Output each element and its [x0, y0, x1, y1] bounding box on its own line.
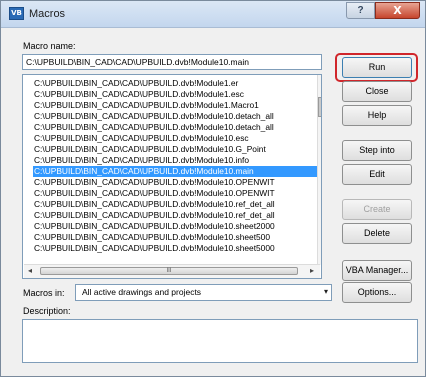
description-field[interactable] [22, 319, 418, 363]
macro-list-items: C:\UPBUILD\BIN_CAD\CAD\UPBUILD.dvb!Modul… [33, 78, 319, 254]
macro-list-item[interactable]: C:\UPBUILD\BIN_CAD\CAD\UPBUILD.dvb!Modul… [33, 199, 319, 210]
vertical-scroll-thumb[interactable] [318, 97, 321, 117]
macro-list-item[interactable]: C:\UPBUILD\BIN_CAD\CAD\UPBUILD.dvb!Modul… [33, 166, 319, 177]
macro-list-item[interactable]: C:\UPBUILD\BIN_CAD\CAD\UPBUILD.dvb!Modul… [33, 89, 319, 100]
macros-in-select[interactable]: All active drawings and projects ▾ [75, 284, 332, 301]
macro-list-item[interactable]: C:\UPBUILD\BIN_CAD\CAD\UPBUILD.dvb!Modul… [33, 155, 319, 166]
vba-manager-button[interactable]: VBA Manager... [342, 260, 412, 281]
macros-dialog: VB Macros ? X Macro name: C:\UPBUILD\BIN… [0, 0, 426, 377]
macro-list-item[interactable]: C:\UPBUILD\BIN_CAD\CAD\UPBUILD.dvb!Modul… [33, 188, 319, 199]
delete-button[interactable]: Delete [342, 223, 412, 244]
chevron-down-icon[interactable]: ▾ [324, 285, 328, 299]
title-bar[interactable]: VB Macros ? X [1, 1, 425, 28]
macro-list[interactable]: C:\UPBUILD\BIN_CAD\CAD\UPBUILD.dvb!Modul… [22, 74, 322, 279]
horizontal-scrollbar[interactable]: ◂ III ▸ [24, 264, 320, 278]
horizontal-scroll-thumb[interactable]: III [40, 267, 298, 275]
scroll-right-arrow-icon[interactable]: ▸ [310, 266, 314, 275]
scroll-left-arrow-icon[interactable]: ◂ [28, 266, 32, 275]
close-button[interactable]: Close [342, 81, 412, 102]
macro-list-item[interactable]: C:\UPBUILD\BIN_CAD\CAD\UPBUILD.dvb!Modul… [33, 133, 319, 144]
edit-button[interactable]: Edit [342, 164, 412, 185]
macro-name-label: Macro name: [23, 41, 76, 51]
macro-list-item[interactable]: C:\UPBUILD\BIN_CAD\CAD\UPBUILD.dvb!Modul… [33, 144, 319, 155]
options-button[interactable]: Options... [342, 282, 412, 303]
macro-list-item[interactable]: C:\UPBUILD\BIN_CAD\CAD\UPBUILD.dvb!Modul… [33, 221, 319, 232]
create-button[interactable]: Create [342, 199, 412, 220]
help-title-button[interactable]: ? [346, 2, 375, 19]
macro-list-item[interactable]: C:\UPBUILD\BIN_CAD\CAD\UPBUILD.dvb!Modul… [33, 78, 319, 89]
macro-list-item[interactable]: C:\UPBUILD\BIN_CAD\CAD\UPBUILD.dvb!Modul… [33, 100, 319, 111]
macros-in-value: All active drawings and projects [82, 287, 202, 297]
macros-in-label: Macros in: [23, 288, 65, 298]
macro-list-item[interactable]: C:\UPBUILD\BIN_CAD\CAD\UPBUILD.dvb!Modul… [33, 122, 319, 133]
macro-list-item[interactable]: C:\UPBUILD\BIN_CAD\CAD\UPBUILD.dvb!Modul… [33, 243, 319, 254]
macro-list-item[interactable]: C:\UPBUILD\BIN_CAD\CAD\UPBUILD.dvb!Modul… [33, 210, 319, 221]
macro-list-item[interactable]: C:\UPBUILD\BIN_CAD\CAD\UPBUILD.dvb!Modul… [33, 177, 319, 188]
macro-list-item[interactable]: C:\UPBUILD\BIN_CAD\CAD\UPBUILD.dvb!Modul… [33, 232, 319, 243]
step-into-button[interactable]: Step into [342, 140, 412, 161]
window-title: Macros [29, 8, 66, 20]
vba-app-icon: VB [9, 7, 24, 20]
help-button[interactable]: Help [342, 105, 412, 126]
close-window-button[interactable]: X [375, 2, 420, 19]
run-button[interactable]: Run [342, 57, 412, 78]
macro-list-item[interactable]: C:\UPBUILD\BIN_CAD\CAD\UPBUILD.dvb!Modul… [33, 111, 319, 122]
description-label: Description: [23, 306, 71, 316]
macro-name-input[interactable]: C:\UPBUILD\BIN_CAD\CAD\UPBUILD.dvb!Modul… [22, 54, 322, 70]
